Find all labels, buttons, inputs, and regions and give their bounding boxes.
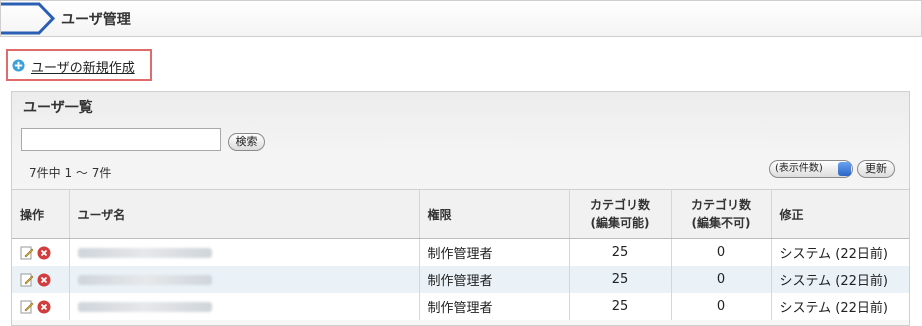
table-row: 制作管理者 25 0 システム (22日前): [12, 238, 909, 267]
table-row: 制作管理者 25 0 システム (22日前): [12, 266, 909, 293]
col-header-user-name[interactable]: ユーザ名: [68, 189, 419, 239]
row-categories-readonly: 0: [670, 238, 771, 266]
user-list-panel: ユーザ一覧 検索 7件中 1 〜 7件 (表示件数) 更新 操作 ユーザ名 権限…: [11, 91, 910, 326]
plus-circle-icon[interactable]: [12, 59, 25, 72]
new-user-link[interactable]: ユーザの新規作成: [31, 57, 135, 76]
delete-icon[interactable]: [37, 246, 51, 260]
row-permission: 制作管理者: [418, 238, 569, 266]
table-row: 制作管理者 25 0 システム (22日前): [12, 293, 909, 320]
result-count: 7件中 1 〜 7件: [29, 166, 112, 180]
row-categories-readonly: 0: [670, 266, 771, 293]
row-permission: 制作管理者: [418, 293, 569, 320]
new-user-highlight: ユーザの新規作成: [6, 49, 152, 81]
row-ops: [12, 293, 69, 320]
per-page-label: (表示件数): [775, 163, 823, 174]
edit-icon[interactable]: [20, 300, 34, 314]
row-user-name[interactable]: [68, 266, 419, 293]
edit-icon[interactable]: [20, 246, 34, 260]
row-permission: 制作管理者: [418, 266, 569, 293]
delete-icon[interactable]: [37, 273, 51, 287]
row-categories-editable: 25: [568, 238, 671, 266]
user-table: 操作 ユーザ名 権限 カテゴリ数 (編集可能) カテゴリ数 (編集不可) 修正: [12, 189, 909, 320]
row-categories-editable: 25: [568, 293, 671, 320]
row-modified: システム (22日前): [770, 238, 909, 266]
col-header-ops: 操作: [12, 189, 69, 239]
col-header-modified[interactable]: 修正: [770, 189, 909, 239]
row-ops: [12, 239, 69, 267]
col-header-categories-readonly[interactable]: カテゴリ数 (編集不可): [670, 189, 771, 239]
delete-icon[interactable]: [37, 300, 51, 314]
panel-title: ユーザ一覧: [23, 100, 93, 116]
chevron-icon: [1, 2, 56, 35]
row-categories-editable: 25: [568, 266, 671, 293]
col-header-categories-editable[interactable]: カテゴリ数 (編集可能): [568, 189, 671, 239]
col-header-permission[interactable]: 権限: [418, 189, 569, 239]
table-header-row: 操作 ユーザ名 権限 カテゴリ数 (編集可能) カテゴリ数 (編集不可) 修正: [12, 189, 909, 239]
row-categories-readonly: 0: [670, 293, 771, 320]
row-user-name[interactable]: [68, 293, 419, 320]
page-header: ユーザ管理: [0, 0, 922, 37]
search-button[interactable]: 検索: [228, 133, 265, 151]
update-button[interactable]: 更新: [857, 160, 895, 178]
page-title: ユーザ管理: [61, 12, 131, 28]
per-page-select[interactable]: (表示件数): [769, 160, 853, 178]
row-modified: システム (22日前): [770, 293, 909, 320]
search-input[interactable]: [21, 128, 221, 151]
dropdown-arrow-icon: [838, 162, 851, 176]
row-user-name[interactable]: [68, 238, 419, 266]
row-modified: システム (22日前): [770, 266, 909, 293]
row-ops: [12, 266, 69, 293]
edit-icon[interactable]: [20, 273, 34, 287]
